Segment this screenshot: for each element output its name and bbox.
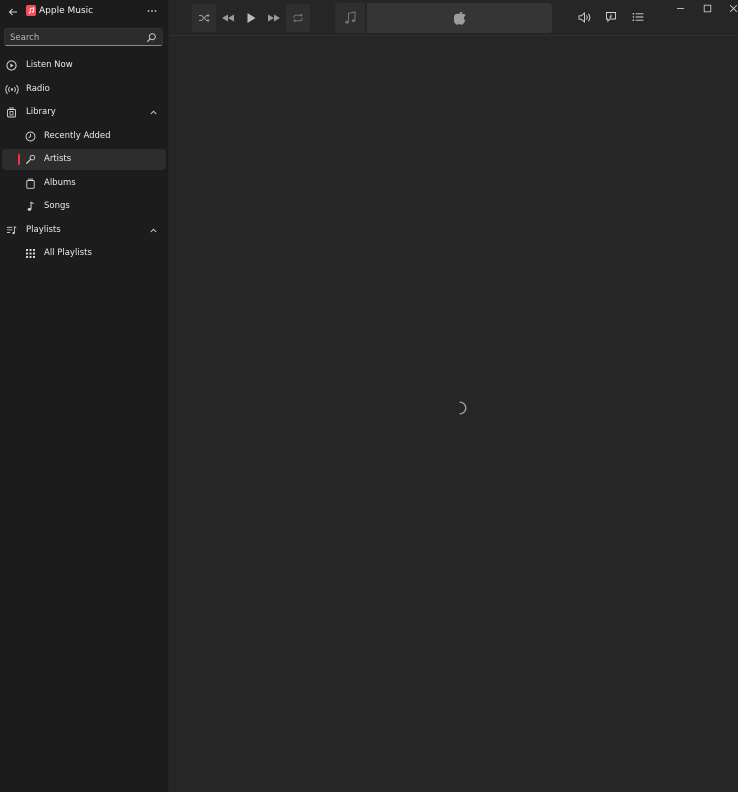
previous-button[interactable]: [216, 4, 240, 32]
sidebar-item-label: Radio: [26, 84, 50, 94]
search-icon[interactable]: [146, 32, 157, 43]
album-icon: [25, 178, 36, 189]
chevron-up-icon[interactable]: [149, 226, 158, 235]
maximize-button[interactable]: [694, 0, 720, 16]
now-playing-display: [335, 3, 552, 33]
repeat-button[interactable]: [286, 4, 310, 32]
chevron-up-icon[interactable]: [149, 108, 158, 117]
play-button[interactable]: [239, 4, 263, 32]
sidebar-item-recently-added[interactable]: Recently Added: [0, 126, 167, 147]
player-toolbar: [169, 0, 738, 36]
search-input[interactable]: [10, 31, 142, 44]
sidebar-item-playlists[interactable]: Playlists: [0, 220, 167, 241]
close-button[interactable]: [720, 0, 738, 16]
back-button[interactable]: [5, 4, 21, 20]
app-title: Apple Music: [39, 6, 94, 16]
sidebar-item-label: All Playlists: [44, 248, 92, 258]
sidebar-item-artists[interactable]: Artists: [2, 149, 166, 170]
transport-controls: [192, 4, 310, 32]
apple-logo-icon: [453, 11, 466, 25]
maximize-icon: [703, 4, 711, 12]
music-note-icon: [344, 11, 356, 24]
sidebar-item-listen-now[interactable]: Listen Now: [0, 55, 167, 76]
sidebar-item-label: Artists: [44, 154, 72, 164]
radio-waves-icon: [5, 84, 19, 95]
lyrics-button[interactable]: [602, 8, 620, 26]
previous-icon: [222, 14, 234, 22]
shuffle-button[interactable]: [192, 4, 216, 32]
sidebar-item-label: Songs: [44, 201, 70, 211]
sidebar-item-label: Listen Now: [26, 60, 73, 70]
apple-music-logo-icon: [26, 5, 36, 16]
sidebar-item-songs[interactable]: Songs: [0, 196, 167, 217]
sidebar-header: Apple Music: [0, 0, 169, 24]
repeat-icon: [293, 13, 303, 23]
selection-indicator: [18, 154, 20, 165]
sidebar-item-all-playlists[interactable]: All Playlists: [0, 243, 167, 264]
music-note-icon: [25, 201, 36, 212]
play-circle-icon: [6, 60, 17, 71]
up-next-button[interactable]: [629, 8, 647, 26]
grid-icon: [25, 248, 36, 259]
album-art-placeholder: [335, 3, 366, 33]
volume-button[interactable]: [576, 8, 594, 26]
speech-bubble-icon: [606, 12, 616, 23]
list-icon: [632, 13, 644, 21]
microphone-icon: [25, 154, 36, 165]
sidebar: Apple Music Search Listen Now Radio Libr…: [0, 0, 169, 792]
sidebar-item-label: Playlists: [26, 225, 61, 235]
minimize-button[interactable]: [667, 0, 693, 16]
speaker-icon: [578, 11, 591, 23]
sidebar-item-library[interactable]: Library: [0, 102, 167, 123]
sidebar-item-radio[interactable]: Radio: [0, 79, 167, 100]
app-window: Apple Music Search Listen Now Radio Libr…: [0, 0, 738, 792]
minimize-icon: [676, 7, 684, 9]
library-icon: [6, 107, 17, 118]
close-icon: [729, 4, 737, 12]
more-options-button[interactable]: [144, 4, 160, 18]
sidebar-item-label: Recently Added: [44, 131, 111, 141]
sidebar-item-label: Albums: [44, 178, 76, 188]
arrow-left-icon: [8, 8, 17, 16]
playlist-icon: [6, 225, 17, 236]
next-icon: [268, 14, 280, 22]
lcd-panel: [367, 3, 552, 33]
shuffle-icon: [199, 13, 210, 23]
ellipsis-icon: [147, 10, 157, 12]
sidebar-item-label: Library: [26, 107, 56, 117]
next-button[interactable]: [262, 4, 286, 32]
clock-icon: [25, 131, 36, 142]
search-box[interactable]: [4, 28, 163, 46]
loading-spinner-icon: [459, 401, 467, 415]
play-icon: [247, 13, 256, 23]
main-content: [169, 36, 738, 792]
sidebar-item-albums[interactable]: Albums: [0, 173, 167, 194]
